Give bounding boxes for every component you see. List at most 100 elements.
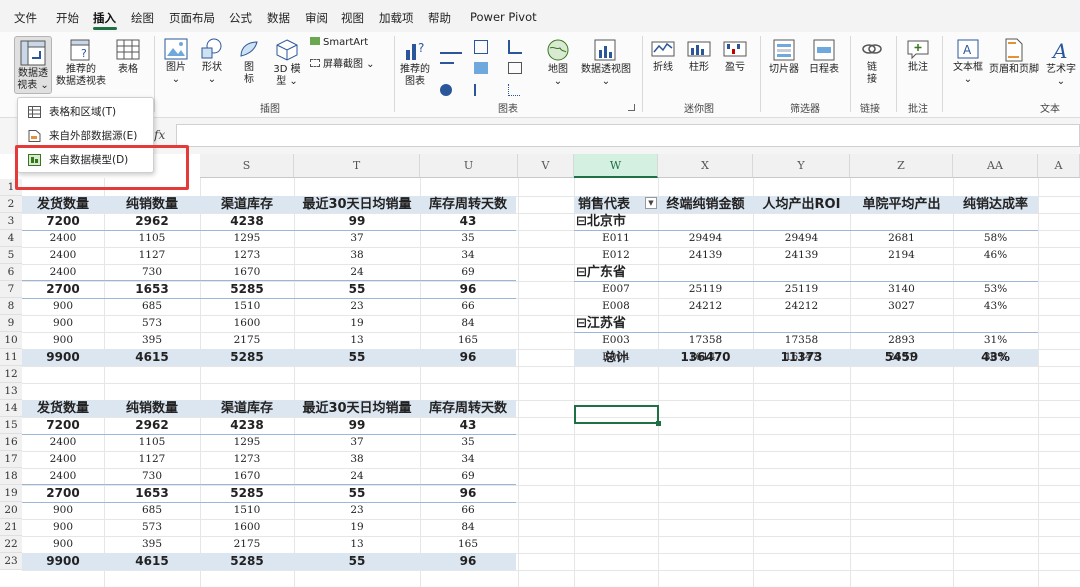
table-cell[interactable]: 69 [420, 264, 516, 281]
table-cell[interactable]: 5285 [200, 553, 294, 570]
menu-item-5[interactable]: 公式 [229, 10, 252, 26]
pivot-total-cell[interactable]: 5459 [850, 349, 953, 366]
column-header-V[interactable]: V [518, 154, 574, 178]
table-cell[interactable]: 395 [104, 332, 200, 349]
table-cell[interactable]: 9900 [22, 349, 104, 366]
column-header-A[interactable]: A [1038, 154, 1080, 178]
row-header-6[interactable]: 6 [0, 264, 22, 281]
table-cell[interactable]: 730 [104, 468, 200, 485]
table-header-cell[interactable]: 最近30天日均销量 [294, 196, 420, 213]
pivot-cell[interactable]: 24139 [753, 247, 850, 264]
menu-item-6[interactable]: 数据 [267, 10, 290, 26]
pivot-cell[interactable]: E012 [574, 247, 658, 264]
menu-item-0[interactable]: 文件 [14, 10, 37, 26]
table-cell[interactable]: 96 [420, 349, 516, 366]
table-cell[interactable]: 2700 [22, 485, 104, 502]
chart-type-bar-icon[interactable] [474, 84, 486, 96]
table-cell[interactable]: 1670 [200, 468, 294, 485]
table-cell[interactable]: 96 [420, 485, 516, 502]
table-cell[interactable]: 685 [104, 298, 200, 315]
pivot-cell[interactable]: 29494 [753, 230, 850, 247]
pivot-total-cell[interactable]: 136470 [658, 349, 753, 366]
table-cell[interactable]: 19 [294, 315, 420, 332]
table-cell[interactable]: 69 [420, 468, 516, 485]
table-cell[interactable]: 2175 [200, 536, 294, 553]
table-cell[interactable]: 1105 [104, 230, 200, 247]
chart-type-column-icon[interactable] [440, 40, 462, 54]
pivot-cell[interactable]: 46% [953, 247, 1038, 264]
table-cell[interactable]: 55 [294, 553, 420, 570]
table-cell[interactable]: 2400 [22, 264, 104, 281]
pivot-cell[interactable]: 24139 [658, 247, 753, 264]
table-cell[interactable]: 1600 [200, 315, 294, 332]
chart-type-scatter-icon[interactable] [508, 84, 520, 96]
row-header-15[interactable]: 15 [0, 417, 22, 434]
textbox-button[interactable]: A 文本框 ⌄ [950, 38, 986, 86]
row-header-12[interactable]: 12 [0, 366, 22, 383]
row-header-13[interactable]: 13 [0, 383, 22, 400]
table-cell[interactable]: 573 [104, 519, 200, 536]
table-cell[interactable]: 2400 [22, 451, 104, 468]
column-header-AA[interactable]: AA [953, 154, 1038, 178]
table-cell[interactable]: 35 [420, 230, 516, 247]
recommended-charts-button[interactable]: ? 推荐的 图表 [398, 38, 432, 88]
table-header-cell[interactable]: 发货数量 [22, 400, 104, 417]
pivot-cell[interactable]: 2194 [850, 247, 953, 264]
table-cell[interactable]: 900 [22, 315, 104, 332]
pivot-header-cell[interactable]: 纯销达成率 [953, 196, 1038, 213]
icons-button[interactable]: 图 标 [234, 38, 264, 86]
table-cell[interactable]: 84 [420, 519, 516, 536]
chart-type-statistic-icon[interactable] [474, 62, 488, 74]
table-cell[interactable]: 7200 [22, 417, 104, 434]
table-cell[interactable]: 2400 [22, 434, 104, 451]
table-cell[interactable]: 23 [294, 298, 420, 315]
table-cell[interactable]: 66 [420, 298, 516, 315]
table-cell[interactable]: 1127 [104, 247, 200, 264]
table-header-cell[interactable]: 发货数量 [22, 196, 104, 213]
table-cell[interactable]: 1670 [200, 264, 294, 281]
table-cell[interactable]: 1510 [200, 502, 294, 519]
table-header-cell[interactable]: 纯销数量 [104, 196, 200, 213]
table-cell[interactable]: 37 [294, 434, 420, 451]
column-header-T[interactable]: T [294, 154, 420, 178]
pivot-cell[interactable]: 2681 [850, 230, 953, 247]
table-cell[interactable]: 1600 [200, 519, 294, 536]
pivot-total-cell[interactable]: 总计 [574, 349, 658, 366]
table-cell[interactable]: 43 [420, 213, 516, 230]
table-cell[interactable]: 66 [420, 502, 516, 519]
table-cell[interactable]: 2962 [104, 417, 200, 434]
table-cell[interactable]: 2962 [104, 213, 200, 230]
pivot-chart-button[interactable]: 数据透视图 ⌄ [578, 38, 634, 88]
pivot-cell[interactable]: 2893 [850, 332, 953, 349]
table-button[interactable]: 表格 [110, 38, 146, 76]
filter-dropdown-icon[interactable]: ▼ [645, 197, 657, 209]
menu-item-from-table-range[interactable]: 表格和区域(T) [18, 101, 153, 123]
pivot-cell[interactable]: 25119 [753, 281, 850, 298]
row-header-23[interactable]: 23 [0, 553, 22, 570]
sparkline-line-button[interactable]: 折线 [648, 38, 678, 74]
table-cell[interactable]: 1295 [200, 230, 294, 247]
table-cell[interactable]: 2400 [22, 230, 104, 247]
table-cell[interactable]: 13 [294, 536, 420, 553]
table-cell[interactable]: 5285 [200, 485, 294, 502]
table-cell[interactable]: 2700 [22, 281, 104, 298]
picture-button[interactable]: 图片 ⌄ [160, 38, 192, 86]
pivot-table-button[interactable]: 数据透 视表 ⌄ [14, 36, 52, 94]
table-cell[interactable]: 7200 [22, 213, 104, 230]
table-cell[interactable]: 1273 [200, 247, 294, 264]
table-cell[interactable]: 1510 [200, 298, 294, 315]
table-cell[interactable]: 900 [22, 332, 104, 349]
table-header-cell[interactable]: 最近30天日均销量 [294, 400, 420, 417]
pivot-cell[interactable]: E003 [574, 332, 658, 349]
table-cell[interactable]: 13 [294, 332, 420, 349]
row-header-14[interactable]: 14 [0, 400, 22, 417]
pivot-total-cell[interactable]: 11373 [753, 349, 850, 366]
table-cell[interactable]: 573 [104, 315, 200, 332]
pivot-cell[interactable]: 25119 [658, 281, 753, 298]
table-cell[interactable]: 34 [420, 451, 516, 468]
table-cell[interactable]: 84 [420, 315, 516, 332]
header-footer-button[interactable]: 页眉和页脚 [988, 38, 1040, 76]
table-cell[interactable]: 96 [420, 553, 516, 570]
fx-icon[interactable]: fx [154, 128, 165, 142]
table-cell[interactable]: 1295 [200, 434, 294, 451]
